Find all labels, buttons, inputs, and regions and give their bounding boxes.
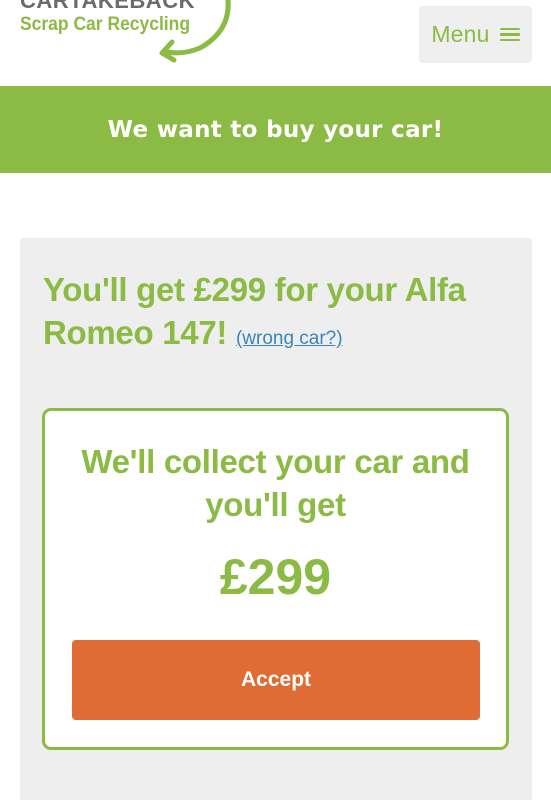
wrong-car-link[interactable]: (wrong car?): [236, 328, 343, 349]
site-logo[interactable]: CARTAKEBACK Scrap Car Recycling: [18, 0, 231, 68]
site-header: CARTAKEBACK Scrap Car Recycling Menu: [0, 0, 551, 86]
offer-box: We'll collect your car and you'll get £2…: [42, 408, 509, 750]
accept-button[interactable]: Accept: [72, 640, 480, 720]
banner-text: We want to buy your car!: [107, 116, 444, 143]
menu-label: Menu: [431, 21, 490, 47]
hamburger-icon: [499, 27, 520, 42]
offer-heading: We'll collect your car and you'll get: [81, 443, 470, 523]
menu-button[interactable]: Menu: [419, 6, 532, 63]
quote-heading: You'll get £299 for your Alfa Romeo 147!…: [43, 268, 513, 360]
offer-price: £299: [219, 549, 332, 605]
promo-banner: We want to buy your car!: [0, 86, 551, 173]
recycling-arrow-icon: [159, 0, 231, 63]
quote-panel: You'll get £299 for your Alfa Romeo 147!…: [20, 238, 532, 800]
